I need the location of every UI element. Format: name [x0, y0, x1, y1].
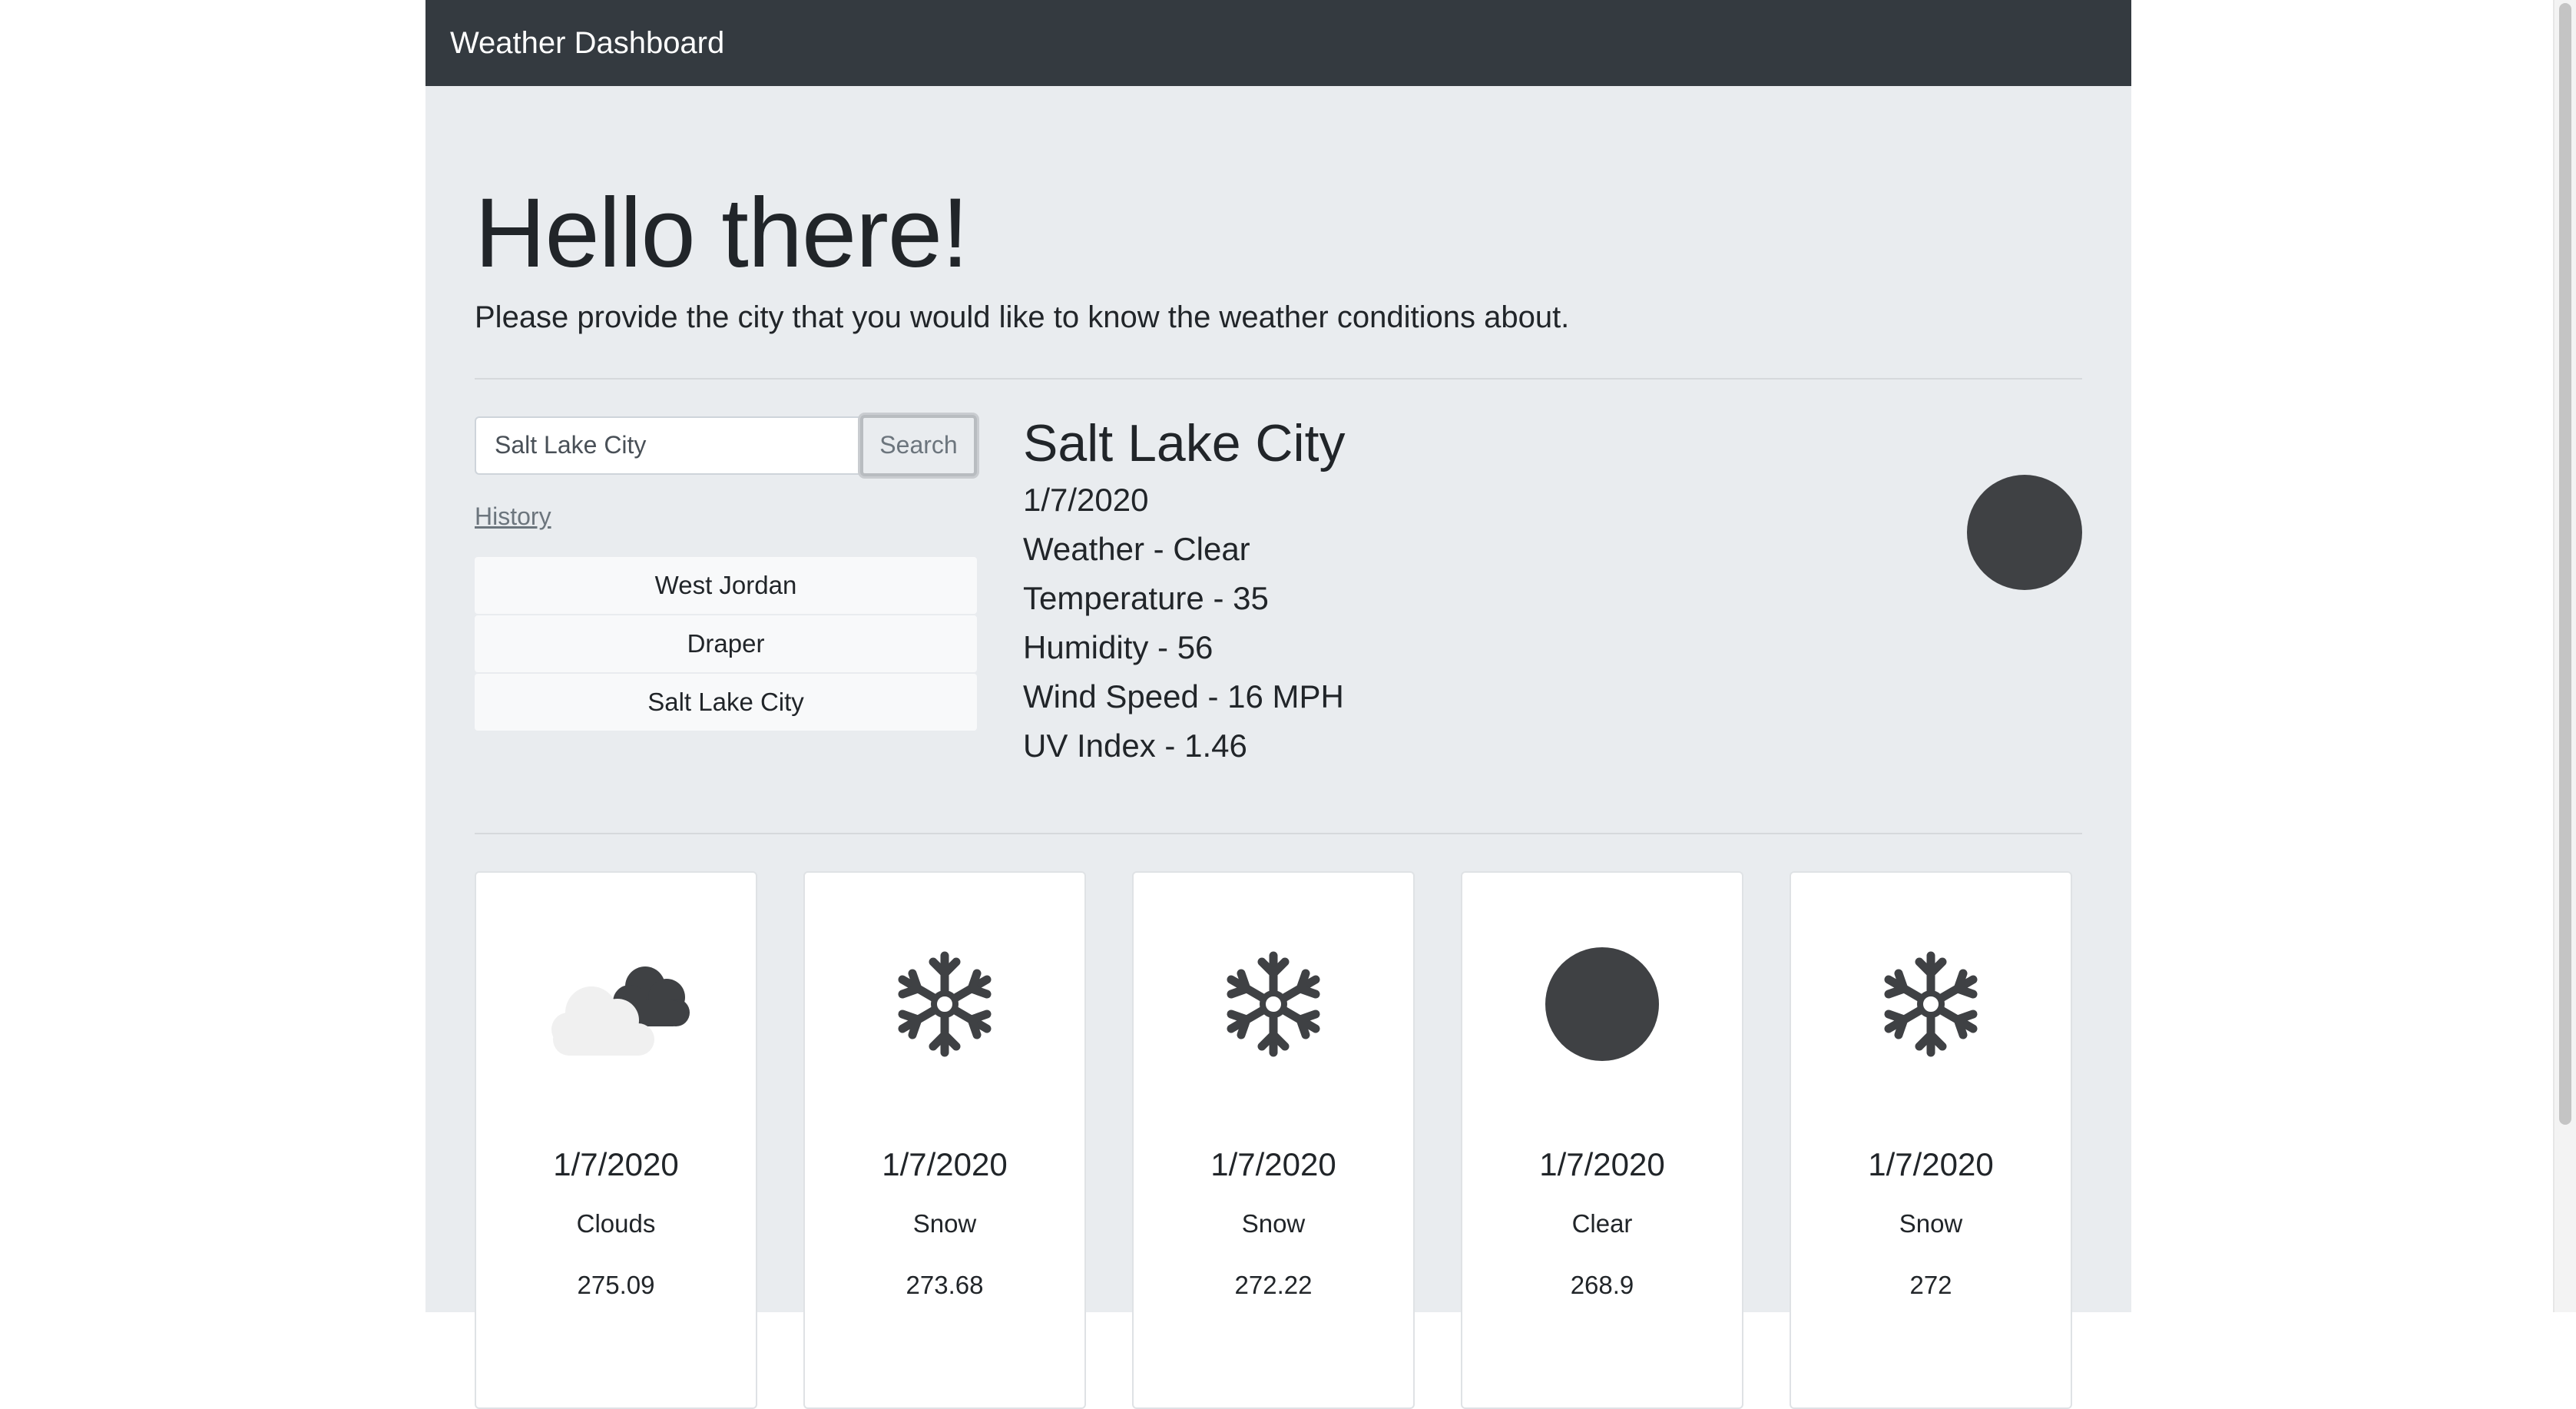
current-weather: Weather - Clear: [1023, 530, 1250, 567]
current-humidity: Humidity - 56: [1023, 628, 1214, 665]
forecast-temperature: 273.68: [906, 1270, 984, 1299]
forecast-temperature: 275.09: [577, 1270, 655, 1299]
clear-sun-icon: [1967, 474, 2082, 590]
history-item-salt-lake-city[interactable]: Salt Lake City: [475, 673, 977, 731]
history-item-west-jordan[interactable]: West Jordan: [475, 556, 977, 614]
vertical-scrollbar[interactable]: [2553, 0, 2576, 1312]
snowflake-icon: [1189, 947, 1358, 1062]
forecast-description: Snow: [1241, 1208, 1306, 1238]
current-weather-panel: Salt Lake City 1/7/2020 Weather - Clear …: [1023, 413, 2082, 791]
search-panel: Search History West Jordan Draper Salt L…: [475, 414, 977, 791]
forecast-card: 1/7/2020 Clear 268.9: [1461, 870, 1743, 1409]
main-row: Search History West Jordan Draper Salt L…: [475, 413, 2082, 791]
search-group: Search: [475, 414, 977, 476]
forecast-date: 1/7/2020: [1210, 1145, 1336, 1182]
history-item-draper[interactable]: Draper: [475, 615, 977, 672]
forecast-card: 1/7/2020 Snow 272: [1790, 870, 2072, 1409]
clouds-icon: [531, 947, 700, 1062]
city-search-input[interactable]: [475, 416, 860, 475]
forecast-cards: 1/7/2020 Clouds 275.09 1/7/2020 Snow 273…: [475, 870, 2082, 1409]
current-city-title: Salt Lake City: [1023, 413, 1346, 472]
history-list: West Jordan Draper Salt Lake City: [475, 556, 977, 731]
forecast-date: 1/7/2020: [1868, 1145, 1994, 1182]
hero-lead: Please provide the city that you would l…: [475, 300, 1570, 334]
forecast-card: 1/7/2020 Clouds 275.09: [475, 870, 757, 1409]
forecast-description: Clouds: [576, 1208, 656, 1238]
current-uv-index: UV Index - 1.46: [1023, 727, 1247, 764]
divider: [475, 377, 2082, 380]
forecast-temperature: 272: [1909, 1270, 1952, 1299]
navbar: Weather Dashboard: [425, 0, 2131, 86]
jumbotron: Hello there! Please provide the city tha…: [425, 86, 2131, 1409]
forecast-date: 1/7/2020: [553, 1145, 679, 1182]
snowflake-icon: [860, 947, 1029, 1062]
snowflake-icon: [1846, 947, 2015, 1062]
divider: [475, 832, 2082, 834]
current-wind-speed: Wind Speed - 16 MPH: [1023, 678, 1344, 714]
page-container: Weather Dashboard Hello there! Please pr…: [425, 0, 2131, 1409]
forecast-date: 1/7/2020: [882, 1145, 1008, 1182]
navbar-brand[interactable]: Weather Dashboard: [450, 26, 724, 61]
current-temperature: Temperature - 35: [1023, 579, 1269, 616]
hero-heading: Hello there!: [475, 178, 969, 288]
history-link[interactable]: History: [475, 502, 977, 531]
current-date: 1/7/2020: [1023, 481, 1149, 518]
forecast-temperature: 272.22: [1234, 1270, 1313, 1299]
scrollbar-thumb[interactable]: [2559, 3, 2571, 1125]
clear-sun-icon: [1518, 947, 1687, 1062]
forecast-description: Clear: [1571, 1208, 1633, 1238]
forecast-description: Snow: [912, 1208, 977, 1238]
forecast-description: Snow: [1899, 1208, 1963, 1238]
forecast-card: 1/7/2020 Snow 273.68: [803, 870, 1086, 1409]
search-button[interactable]: Search: [860, 414, 977, 476]
forecast-card: 1/7/2020 Snow 272.22: [1132, 870, 1415, 1409]
forecast-temperature: 268.9: [1570, 1270, 1634, 1299]
forecast-date: 1/7/2020: [1539, 1145, 1665, 1182]
